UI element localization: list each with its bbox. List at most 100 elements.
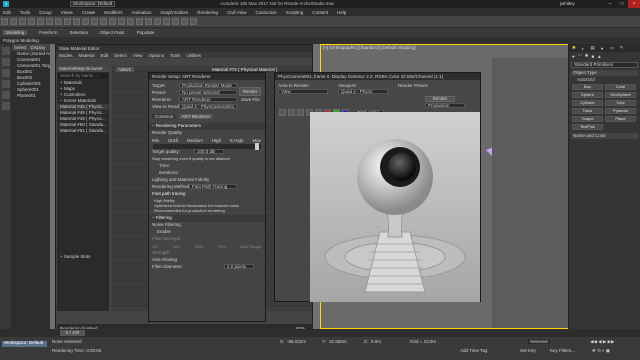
menu-graph-editors[interactable]: Graph Editors	[161, 10, 189, 15]
menu-group[interactable]: Group	[39, 10, 52, 15]
create-selection-set-icon[interactable]	[2, 47, 10, 55]
object-type-rollout[interactable]: Object Type	[571, 70, 638, 76]
target-dropdown[interactable]: Production Render Mode	[179, 83, 237, 88]
tab-object-paint[interactable]: Object Paint	[100, 30, 125, 35]
me-menu-select[interactable]: Select	[114, 53, 127, 58]
box-button[interactable]: Box	[572, 84, 603, 90]
menu-tools[interactable]: Tools	[20, 10, 31, 15]
align-icon[interactable]	[127, 18, 134, 25]
render-setup-icon[interactable]	[172, 18, 179, 25]
shapes-icon[interactable]: ◠	[578, 53, 582, 59]
utilities-tab-icon[interactable]: ✎	[620, 45, 624, 51]
move-icon[interactable]	[73, 18, 80, 25]
display-lights-icon[interactable]	[2, 80, 10, 88]
tab-selection[interactable]: Selection	[70, 30, 89, 35]
region-icon[interactable]	[64, 18, 71, 25]
cylinder-button[interactable]: Cylinder	[572, 100, 603, 106]
close-icon[interactable]: ×	[628, 0, 640, 8]
set-key-button[interactable]: Set Key	[520, 348, 536, 353]
iterations-checkbox[interactable]: Iterations:	[149, 170, 265, 177]
view-tab[interactable]: View1	[116, 67, 135, 72]
material-editor-titlebar[interactable]: Slate Material Editor	[56, 45, 312, 52]
material-search-input[interactable]: Search by Name ...	[58, 73, 108, 79]
primitive-type-dropdown[interactable]: Standard Primitives	[571, 62, 638, 68]
viewport-nav-icons[interactable]: ✥ ⟲ ⌕ ▣	[592, 348, 610, 354]
tab-art-renderer[interactable]: ART Renderer	[178, 114, 214, 119]
lights-icon[interactable]: ✺	[585, 53, 589, 59]
menu-create[interactable]: Create	[82, 10, 96, 15]
workspace-button[interactable]: Workspace: Default	[2, 340, 47, 347]
render-button[interactable]: Render	[239, 87, 261, 96]
enable-noise-filter-checkbox[interactable]: Enable	[149, 229, 265, 236]
renderer-dropdown[interactable]: ART Renderer	[179, 97, 237, 102]
target-quality-input[interactable]: 100.0 dB	[194, 149, 224, 154]
sphere-button[interactable]: Sphere	[572, 92, 603, 98]
frame-window-titlebar[interactable]: PhysCamera001, frame 0, Display Gamma: 2…	[275, 73, 480, 80]
teapot-button[interactable]: Teapot	[572, 116, 603, 122]
me-menu-utilities[interactable]: Utilities	[187, 53, 202, 58]
view-dropdown[interactable]: Quad 4 - PhysCamera001	[179, 104, 237, 109]
scene-menu-display[interactable]: Display	[31, 45, 46, 50]
rotate-icon[interactable]	[82, 18, 89, 25]
geosphere-button[interactable]: GeoSphere	[605, 92, 636, 98]
create-tab-icon[interactable]: ✱	[572, 45, 576, 51]
tab-common[interactable]: Common	[152, 114, 177, 119]
menu-civil-view[interactable]: Civil View	[227, 10, 246, 15]
save-file-checkbox[interactable]: Save File	[241, 97, 260, 102]
clone-frame-icon[interactable]	[297, 109, 304, 116]
render-setup-titlebar[interactable]: Render Setup: ART Renderer	[149, 73, 265, 80]
motion-tab-icon[interactable]: ●	[601, 46, 604, 51]
textplus-button[interactable]: TextPlus	[572, 124, 603, 130]
rendering-method-dropdown[interactable]: Fast Path Tracing	[189, 184, 237, 189]
quality-medium[interactable]: Medium	[187, 138, 203, 143]
time-slider[interactable]: 0 / 100	[0, 329, 640, 337]
plane-button[interactable]: Plane	[605, 116, 636, 122]
render-icon[interactable]	[190, 18, 197, 25]
playback-controls[interactable]: ◀◀ ◀ ▶ ▶▶	[590, 339, 615, 345]
me-menu-modes[interactable]: Modes	[59, 53, 73, 58]
preset-dropdown[interactable]: No preset selected	[179, 90, 237, 95]
filter-diameter-input[interactable]: 2.0 pixels	[224, 264, 254, 269]
menu-customize[interactable]: Customize	[255, 10, 276, 15]
quality-high[interactable]: High	[212, 138, 221, 143]
torus-button[interactable]: Torus	[572, 108, 603, 114]
tab-modeling[interactable]: Modeling	[3, 30, 28, 35]
tab-populate[interactable]: Populate	[137, 30, 155, 35]
display-geometry-icon[interactable]	[2, 58, 10, 66]
time-slider-handle[interactable]: 0 / 100	[60, 330, 85, 336]
production-dropdown[interactable]: Production	[425, 103, 465, 108]
filtering-rollout[interactable]: – Filtering	[149, 215, 265, 222]
display-cameras-icon[interactable]	[2, 91, 10, 99]
workspace-selector[interactable]: Workspace: Default	[70, 1, 115, 7]
hierarchy-tab-icon[interactable]: ▤	[591, 45, 595, 51]
display-tab-icon[interactable]: ▭	[609, 45, 613, 51]
cone-button[interactable]: Cone	[605, 84, 636, 90]
me-menu-tools[interactable]: Tools	[170, 53, 181, 58]
display-shapes-icon[interactable]	[2, 69, 10, 77]
menu-views[interactable]: Views	[61, 10, 73, 15]
menu-help[interactable]: Help	[337, 10, 346, 15]
cameras-icon[interactable]: ■	[591, 54, 594, 59]
key-mode-dropdown[interactable]: Selected	[528, 339, 550, 344]
me-menu-material[interactable]: Material	[79, 53, 95, 58]
add-time-tag[interactable]: Add Time Tag	[460, 348, 487, 353]
snap-icon[interactable]	[100, 18, 107, 25]
name-and-color-rollout[interactable]: Name and Color	[571, 133, 638, 139]
angle-snap-icon[interactable]	[109, 18, 116, 25]
quality-draft[interactable]: Draft	[168, 138, 178, 143]
quality-ehigh[interactable]: E.High	[230, 138, 244, 143]
scene-menu-select[interactable]: Select	[14, 45, 27, 50]
sample-slots-group[interactable]: + Sample Slots	[57, 254, 109, 260]
viewport-dropdown[interactable]: Quad 4 - PhysC	[338, 89, 388, 94]
app-logo-icon[interactable]: 3	[3, 1, 9, 7]
display-helpers-icon[interactable]	[2, 102, 10, 110]
minimize-icon[interactable]: –	[604, 0, 616, 8]
undo-icon[interactable]	[1, 18, 8, 25]
bind-icon[interactable]	[37, 18, 44, 25]
menu-scripting[interactable]: Scripting	[286, 10, 304, 15]
y-coordinate[interactable]: 32.556m	[329, 339, 347, 344]
tab-freeform[interactable]: Freeform	[39, 30, 57, 35]
user-name[interactable]: jwhitley	[560, 1, 575, 6]
redo-icon[interactable]	[10, 18, 17, 25]
area-dropdown[interactable]: View	[278, 89, 328, 94]
